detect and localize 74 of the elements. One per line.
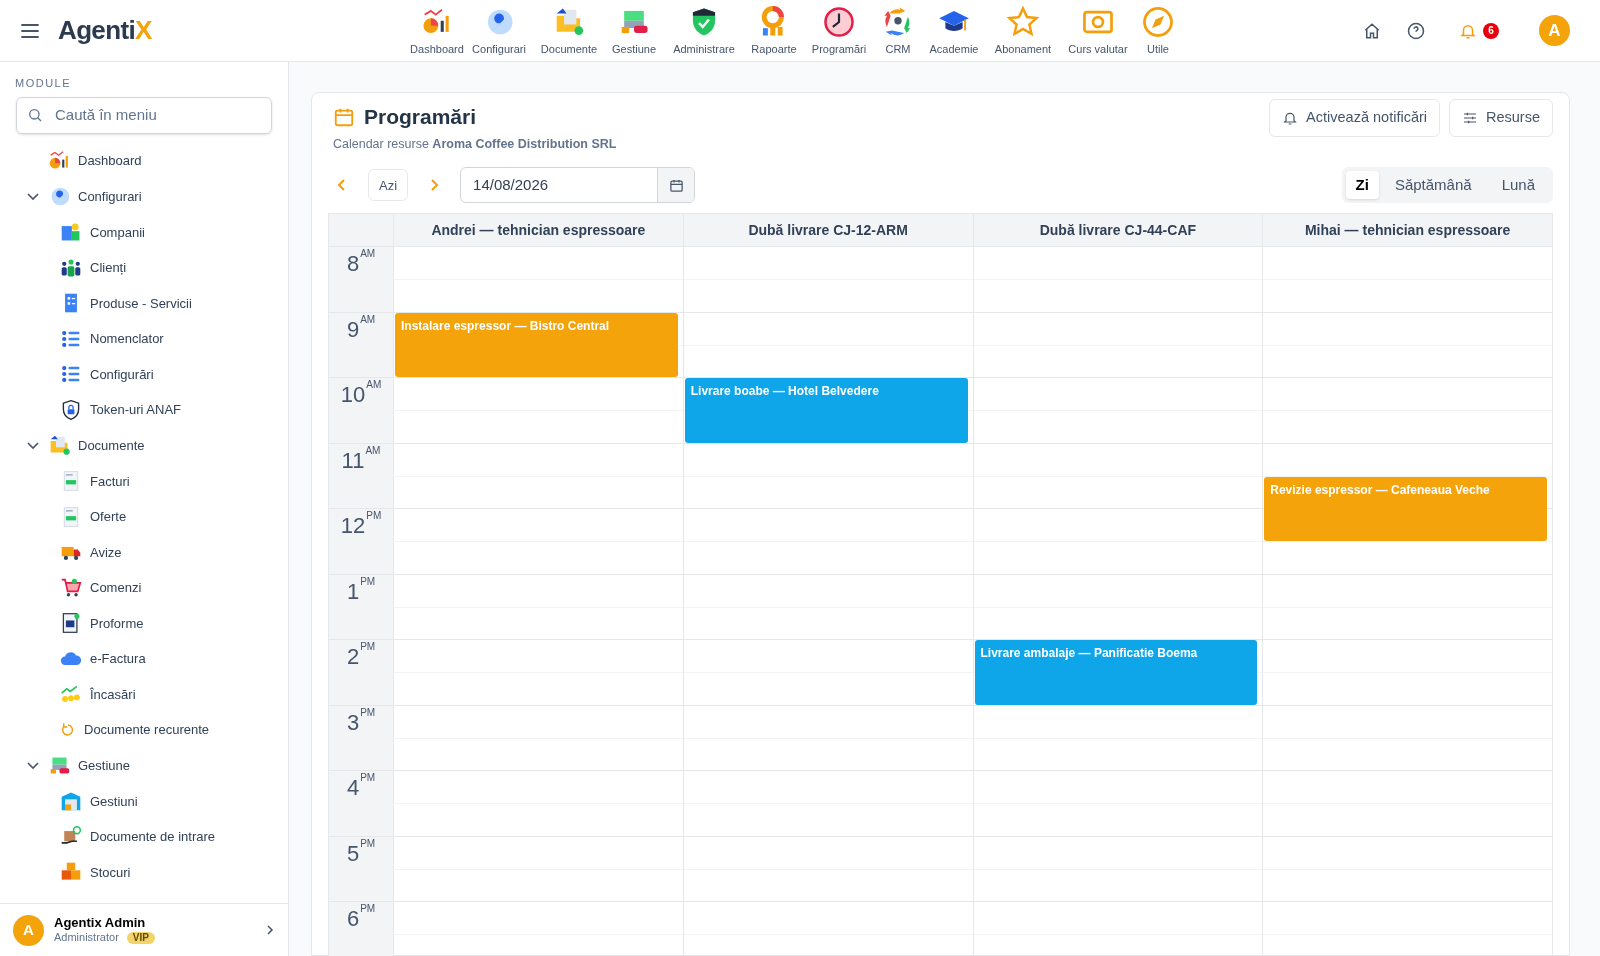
date-field[interactable]: 14/08/2026 bbox=[460, 167, 696, 204]
menu-item[interactable]: Companii bbox=[0, 214, 288, 250]
date-picker-button[interactable] bbox=[657, 168, 695, 203]
calendar-icon bbox=[668, 177, 684, 193]
page-subtitle: Calendar resurse Aroma Coffee Distribution SRL bbox=[333, 135, 617, 153]
user-role: Administrator bbox=[54, 931, 119, 945]
menu-item[interactable]: Documente de intrare bbox=[0, 819, 288, 855]
menu-item[interactable]: Token-uri ANAF bbox=[0, 392, 288, 428]
nav-item[interactable]: Documente bbox=[534, 6, 604, 58]
bell-icon bbox=[1282, 110, 1299, 126]
help-icon[interactable] bbox=[1407, 21, 1425, 40]
logo[interactable]: AgentiX bbox=[58, 11, 152, 50]
compass-icon bbox=[1142, 6, 1174, 38]
column-header: Dubă livrare CJ-12-ARM bbox=[683, 214, 974, 247]
menu-item[interactable]: Încasări bbox=[0, 676, 288, 712]
cart-icon bbox=[60, 576, 82, 599]
user-name: Agentix Admin bbox=[54, 915, 147, 932]
menu-item[interactable]: Configurari bbox=[0, 178, 288, 215]
menu-item[interactable]: Avize bbox=[0, 534, 288, 570]
refresh-icon bbox=[60, 721, 76, 738]
date-input[interactable]: 14/08/2026 bbox=[461, 168, 658, 203]
vip-badge: VIP bbox=[126, 931, 155, 945]
view-tab[interactable]: Săptămână bbox=[1380, 171, 1486, 200]
nav-item[interactable]: Rapoarte bbox=[744, 6, 804, 58]
menu-item[interactable]: Oferte bbox=[0, 499, 288, 535]
nav-item[interactable]: Utile bbox=[1136, 6, 1180, 58]
search-icon bbox=[27, 107, 43, 123]
toolbar-button[interactable]: Activează notificări bbox=[1269, 99, 1440, 137]
nav-item[interactable]: Programări bbox=[804, 6, 874, 58]
user-avatar: A bbox=[13, 914, 44, 946]
view-tab[interactable]: Lună bbox=[1487, 171, 1549, 200]
nav-item[interactable]: Abonament bbox=[986, 6, 1060, 58]
section-label: MODULE bbox=[15, 76, 73, 91]
nav-item[interactable]: Dashboard bbox=[410, 6, 464, 58]
nav-item[interactable]: Academie bbox=[922, 6, 986, 58]
menu-item[interactable]: Dashboard bbox=[0, 142, 288, 179]
menu-item[interactable]: Configurări bbox=[0, 356, 288, 392]
nav-item[interactable]: CRM bbox=[874, 6, 922, 58]
home-icon[interactable] bbox=[1363, 21, 1381, 40]
menu-item[interactable]: Produse - Servicii bbox=[0, 285, 288, 321]
column-header: Andrei — tehnician espressoare bbox=[394, 214, 684, 247]
view-tab[interactable]: Zi bbox=[1345, 171, 1379, 200]
chevron-right-icon[interactable] bbox=[265, 924, 275, 936]
sliders-icon bbox=[1462, 110, 1478, 126]
menu-item[interactable]: Stocuri bbox=[0, 854, 288, 890]
calculator-icon bbox=[60, 612, 82, 635]
menu-item[interactable]: e-Factura bbox=[0, 641, 288, 677]
search-field[interactable]: Caută în meniu bbox=[16, 96, 272, 134]
nav-item[interactable]: Gestiune bbox=[604, 6, 664, 58]
toolbar-button[interactable]: Resurse bbox=[1449, 99, 1553, 137]
menu-item[interactable]: Documente bbox=[0, 427, 288, 464]
shield-lock-icon bbox=[60, 398, 82, 421]
notification-count: 6 bbox=[1483, 22, 1499, 39]
page-title: Programări bbox=[364, 104, 477, 130]
folder-icon bbox=[48, 434, 71, 457]
menu-item[interactable]: Proforme bbox=[0, 605, 288, 641]
clock-icon bbox=[823, 6, 855, 38]
nav-item[interactable]: Configurari bbox=[464, 6, 534, 58]
star-icon bbox=[1007, 6, 1039, 38]
search-input[interactable]: Caută în meniu bbox=[55, 103, 255, 127]
nav-item[interactable]: Curs valutar bbox=[1060, 6, 1136, 58]
column-header: Mihai — tehnician espressoare bbox=[1303, 220, 1512, 240]
menu-item[interactable]: Clienți bbox=[0, 250, 288, 286]
menu-icon[interactable] bbox=[20, 22, 40, 39]
warehouse-icon bbox=[60, 790, 82, 813]
menu-item[interactable]: Nomenclator bbox=[0, 321, 288, 357]
menu-item[interactable]: Facturi bbox=[0, 463, 288, 499]
menu-item[interactable]: Gestiune bbox=[0, 747, 288, 784]
nav-item[interactable]: Administrare bbox=[664, 6, 744, 58]
today-button[interactable]: Azi bbox=[368, 169, 409, 202]
menu-item[interactable]: Documente recurente bbox=[0, 712, 288, 748]
column-header: Dubă livrare CJ-44-CAF bbox=[973, 214, 1264, 247]
menu-item[interactable]: Gestiuni bbox=[0, 783, 288, 819]
menu-item[interactable]: Comenzi bbox=[0, 570, 288, 606]
